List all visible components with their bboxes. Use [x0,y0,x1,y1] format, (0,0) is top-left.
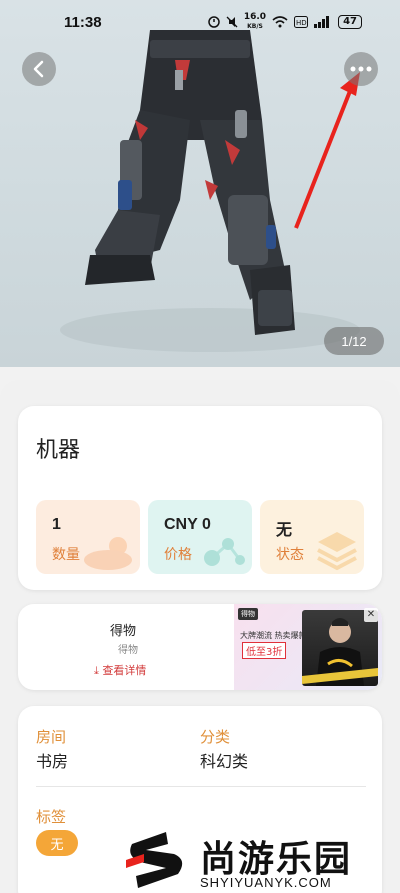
status-label: 状态 [276,547,304,563]
battery-indicator: 47 [338,15,362,29]
item-detail-page: 11:38 16.0 KB/S HD 47 1/12 机器 1 数量 CNY 0… [0,0,400,893]
ad-brand: 得物 [110,624,137,639]
molecule-icon [204,538,245,566]
quantity-label: 数量 [52,547,80,563]
status-value: 无 [276,522,293,539]
ad-subtitle: 得物 [118,645,138,656]
item-title: 机器 [36,438,81,463]
item-summary-card: 机器 1 数量 CNY 0 价格 无 状态 [18,406,382,590]
svg-text:HD: HD [296,19,307,27]
wifi-icon [272,16,288,28]
network-speed: 16.0 KB/S [244,13,266,31]
ad-close-button[interactable]: ✕ [364,608,378,622]
mute-icon [226,16,238,28]
watermark-url: SHYIYUANYK.COM [200,875,332,890]
ad-badge: 得物 [238,608,258,620]
ad-banner[interactable]: 得物 大牌潮流 热卖爆款 低至3折 ✕ [234,604,382,690]
back-button[interactable] [22,52,56,86]
status-bar: 11:38 16.0 KB/S HD 47 [0,0,400,44]
tags-label: 标签 [36,808,67,826]
chevron-left-icon [33,60,44,78]
info-divider [36,786,366,787]
room-value: 书房 [36,752,69,771]
more-options-button[interactable] [344,52,378,86]
network-speed-value: 16.0 [243,12,267,22]
quantity-stat[interactable]: 1 数量 [36,500,140,574]
photo-page-indicator: 1/12 [324,327,384,355]
alarm-icon [208,16,220,28]
ad-details-link[interactable]: ⤓ 查看详情 [94,662,146,678]
status-icons: 16.0 KB/S HD 47 [208,13,362,31]
ad-tagline: 大牌潮流 热卖爆款 [240,631,307,640]
status-stat[interactable]: 无 状态 [260,500,364,574]
hd-icon: HD [294,16,309,28]
category-label: 分类 [200,728,231,746]
status-time: 11:38 [64,13,102,31]
download-arrow-icon: ⤓ [94,664,99,677]
price-stat[interactable]: CNY 0 价格 [148,500,252,574]
item-photo[interactable] [0,0,400,367]
quantity-value: 1 [52,516,61,533]
ad-card[interactable]: 得物 得物 ⤓ 查看详情 得物 大牌潮流 热卖爆款 低至3折 ✕ [18,604,382,690]
annotation-arrow [294,72,360,229]
network-speed-unit: KB/S [247,23,263,30]
ad-promo: 低至3折 [242,642,287,659]
price-label: 价格 [164,547,192,563]
ad-details-label: 查看详情 [102,664,147,677]
tag-chip[interactable]: 无 [36,830,78,856]
signal-icon [314,16,332,28]
cloud-sun-icon [84,537,132,570]
room-label: 房间 [36,728,67,746]
watermark-logo [126,832,183,888]
layers-icon [317,532,357,571]
category-value: 科幻类 [200,752,249,771]
site-watermark: 尚游乐园 SHYIYUANYK.COM [120,826,400,893]
more-dots-icon [350,66,372,72]
